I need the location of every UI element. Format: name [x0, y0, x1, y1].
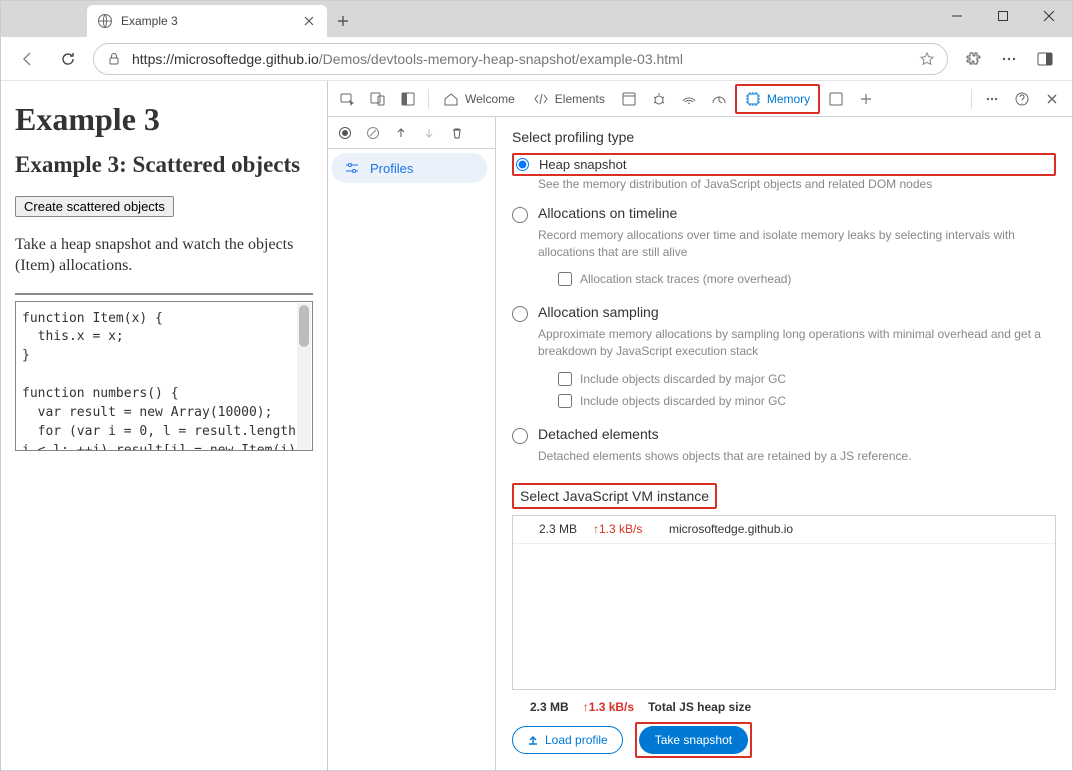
- minimize-button[interactable]: [934, 1, 980, 31]
- refresh-button[interactable]: [53, 44, 83, 74]
- scrollbar-thumb[interactable]: [299, 305, 309, 347]
- url-text: https://microsoftedge.github.io/Demos/de…: [132, 51, 909, 67]
- browser-tab[interactable]: Example 3: [87, 5, 327, 37]
- new-tab-button[interactable]: [327, 5, 359, 37]
- address-bar: https://microsoftedge.github.io/Demos/de…: [1, 37, 1072, 81]
- vm-instance-table: 2.3 MB ↑1.3 kB/s microsoftedge.github.io: [512, 515, 1056, 690]
- close-tab-icon[interactable]: [301, 13, 317, 29]
- devtools-tabstrip: Welcome Elements Memory: [328, 81, 1072, 117]
- close-devtools-icon[interactable]: [1038, 85, 1066, 113]
- memory-main: Select profiling type Heap snapshot See …: [496, 117, 1072, 770]
- performance-icon[interactable]: [705, 85, 733, 113]
- footer-label: Total JS heap size: [648, 700, 751, 714]
- device-icon[interactable]: [364, 85, 392, 113]
- memory-toolbar: [328, 117, 495, 149]
- upload-icon: [527, 734, 539, 746]
- tab-welcome[interactable]: Welcome: [435, 85, 523, 113]
- timeline-radio[interactable]: [512, 207, 528, 223]
- vm-section-title: Select JavaScript VM instance: [512, 483, 717, 509]
- home-icon: [443, 91, 459, 107]
- heap-snapshot-radio[interactable]: [516, 158, 529, 171]
- timeline-check[interactable]: [558, 272, 572, 286]
- footer-rate: ↑1.3 kB/s: [583, 700, 634, 714]
- clear-button[interactable]: [362, 122, 384, 144]
- heap-snapshot-desc: See the memory distribution of JavaScrip…: [538, 176, 1056, 193]
- page-h2: Example 3: Scattered objects: [15, 152, 313, 178]
- inspect-icon[interactable]: [334, 85, 362, 113]
- footer-size: 2.3 MB: [530, 700, 569, 714]
- vm-size: 2.3 MB: [523, 522, 577, 536]
- detached-desc: Detached elements shows objects that are…: [538, 448, 1056, 465]
- heap-snapshot-highlight: Heap snapshot: [512, 153, 1056, 176]
- window-controls: [934, 1, 1072, 31]
- vm-rate: ↑1.3 kB/s: [593, 522, 653, 536]
- page-instruction: Take a heap snapshot and watch the objec…: [15, 235, 313, 277]
- sliders-icon: [344, 160, 360, 176]
- select-profiling-type-title: Select profiling type: [512, 129, 1056, 145]
- tab-elements[interactable]: Elements: [525, 85, 613, 113]
- page-h1: Example 3: [15, 101, 313, 138]
- sampling-check-minor[interactable]: [558, 394, 572, 408]
- heap-snapshot-label[interactable]: Heap snapshot: [539, 157, 626, 172]
- memory-icon: [745, 91, 761, 107]
- sidebar-toggle-button[interactable]: [1030, 44, 1060, 74]
- take-snapshot-button[interactable]: Take snapshot: [639, 726, 748, 754]
- devtools-panel: Welcome Elements Memory: [327, 81, 1072, 770]
- code-textarea[interactable]: function Item(x) { this.x = x; } functio…: [15, 301, 313, 451]
- window-titlebar: Example 3: [1, 1, 1072, 37]
- application-icon[interactable]: [615, 85, 643, 113]
- maximize-button[interactable]: [980, 1, 1026, 31]
- page-content: Example 3 Example 3: Scattered objects C…: [1, 81, 327, 770]
- address-field[interactable]: https://microsoftedge.github.io/Demos/de…: [93, 43, 948, 75]
- more-options-icon[interactable]: [978, 85, 1006, 113]
- load-profile-button[interactable]: Load profile: [512, 726, 623, 754]
- debugger-icon[interactable]: [645, 85, 673, 113]
- export-button[interactable]: [390, 122, 412, 144]
- vm-instance-row[interactable]: 2.3 MB ↑1.3 kB/s microsoftedge.github.io: [513, 516, 1055, 544]
- menu-button[interactable]: [994, 44, 1024, 74]
- sampling-check-major[interactable]: [558, 372, 572, 386]
- code-icon: [533, 91, 549, 107]
- create-scattered-objects-button[interactable]: Create scattered objects: [15, 196, 174, 217]
- plus-icon: [335, 13, 351, 29]
- tab-memory[interactable]: Memory: [735, 84, 820, 114]
- more-tabs-icon[interactable]: [822, 85, 850, 113]
- globe-icon: [97, 13, 113, 29]
- extensions-button[interactable]: [958, 44, 988, 74]
- network-icon[interactable]: [675, 85, 703, 113]
- profiles-sidebar: Profiles: [328, 117, 496, 770]
- delete-button[interactable]: [446, 122, 468, 144]
- detached-label[interactable]: Detached elements: [538, 426, 659, 442]
- dock-icon[interactable]: [394, 85, 422, 113]
- timeline-desc: Record memory allocations over time and …: [538, 227, 1056, 261]
- tab-title: Example 3: [121, 14, 293, 28]
- record-button[interactable]: [334, 122, 356, 144]
- scrollbar[interactable]: [297, 303, 311, 451]
- add-tab-icon[interactable]: [852, 85, 880, 113]
- import-button[interactable]: [418, 122, 440, 144]
- lock-icon: [106, 51, 122, 67]
- close-window-button[interactable]: [1026, 1, 1072, 31]
- footer-stats: 2.3 MB ↑1.3 kB/s Total JS heap size: [530, 700, 1056, 714]
- vm-host: microsoftedge.github.io: [669, 522, 793, 536]
- help-icon[interactable]: [1008, 85, 1036, 113]
- sampling-desc: Approximate memory allocations by sampli…: [538, 326, 1056, 360]
- sampling-radio[interactable]: [512, 306, 528, 322]
- favorite-icon[interactable]: [919, 51, 935, 67]
- detached-radio[interactable]: [512, 428, 528, 444]
- profiles-item[interactable]: Profiles: [332, 153, 487, 183]
- sampling-label[interactable]: Allocation sampling: [538, 304, 659, 320]
- timeline-label[interactable]: Allocations on timeline: [538, 205, 677, 221]
- back-button[interactable]: [13, 44, 43, 74]
- take-snapshot-highlight: Take snapshot: [635, 722, 752, 758]
